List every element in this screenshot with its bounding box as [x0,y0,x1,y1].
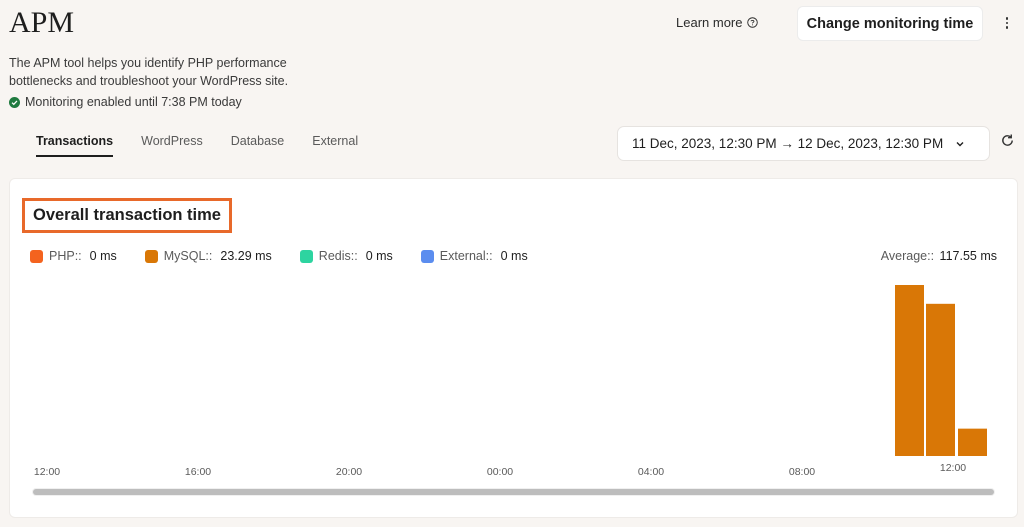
page-title: APM [9,6,75,39]
date-range-value: 11 Dec, 2023, 12:30 PM → 12 Dec, 2023, 1… [632,136,944,151]
tab-wordpress[interactable]: WordPress [141,134,203,157]
date-range-select[interactable]: 11 Dec, 2023, 12:30 PM → 12 Dec, 2023, 1… [617,126,990,161]
transaction-chart: 12:00 16:00 20:00 00:00 04:00 08:00 12:00 [34,285,987,478]
x-tick-label: 12:00 [940,462,966,474]
more-vertical-icon[interactable] [1000,13,1014,33]
x-tick-label: 12:00 [34,466,60,478]
status-text: Monitoring enabled until 7:38 PM today [25,95,242,109]
tab-database[interactable]: Database [231,134,285,157]
transaction-time-card: Overall transaction time PHP:: 0 ms MySQ… [9,178,1018,518]
tab-transactions[interactable]: Transactions [36,134,114,157]
chart-bar[interactable] [926,303,955,456]
chevron-down-icon [956,141,964,146]
check-circle-icon [9,96,20,108]
chart-scrollbar[interactable] [32,488,995,496]
tab-bar: Transactions WordPress Database External [36,134,386,157]
monitoring-status: Monitoring enabled until 7:38 PM today [9,95,242,109]
learn-more-link[interactable]: Learn more [676,15,759,30]
page-description: The APM tool helps you identify PHP perf… [9,56,289,88]
chart-bar[interactable] [895,285,924,456]
x-tick-label: 04:00 [638,466,664,478]
refresh-icon[interactable] [1000,133,1015,148]
tab-external[interactable]: External [312,134,358,157]
x-tick-label: 20:00 [336,466,362,478]
learn-more-label: Learn more [676,15,743,30]
x-tick-label: 08:00 [789,466,815,478]
chart-scroll-thumb[interactable] [33,489,994,495]
x-tick-label: 16:00 [185,466,211,478]
change-monitoring-time-button[interactable]: Change monitoring time [797,6,983,41]
x-tick-label: 00:00 [487,466,513,478]
chart-bar[interactable] [958,428,987,456]
help-circle-icon [747,17,759,28]
